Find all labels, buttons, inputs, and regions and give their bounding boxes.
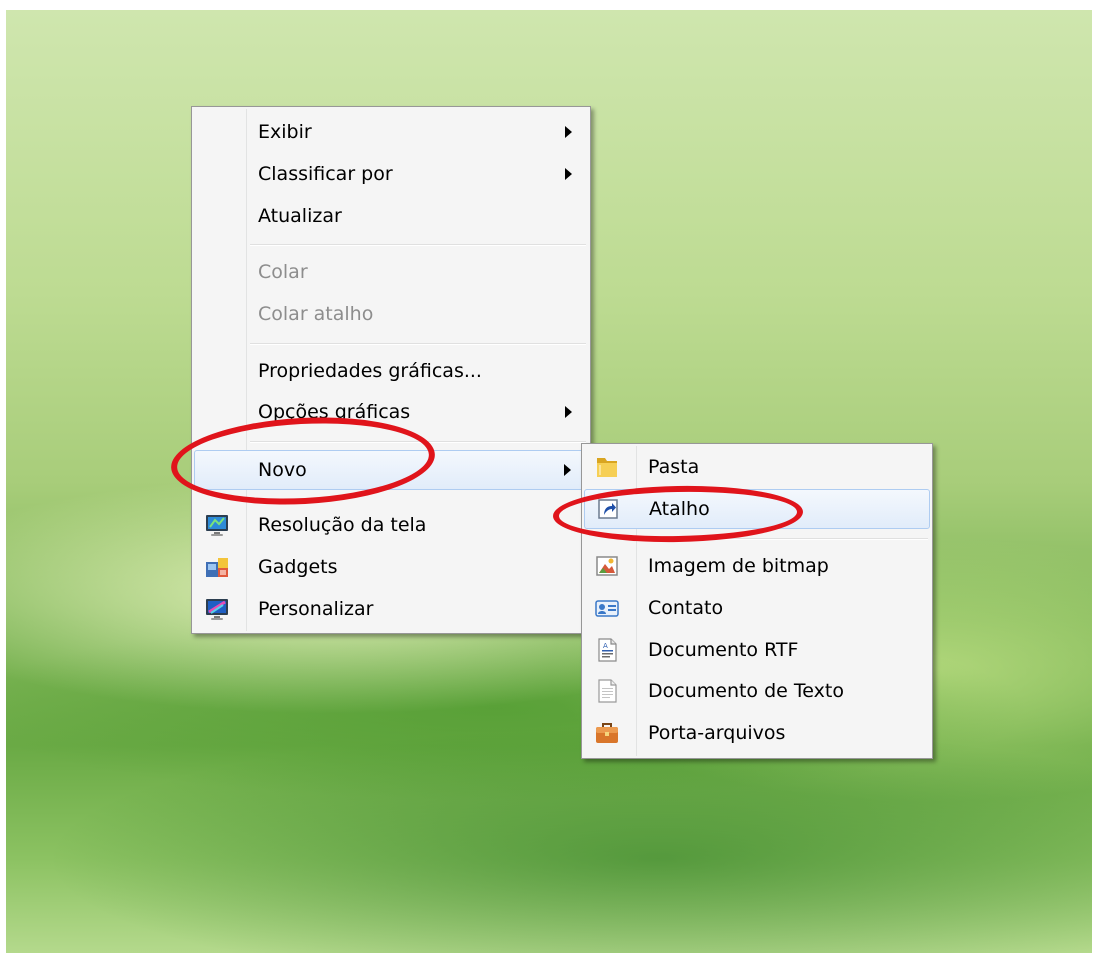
submenu-arrow-icon xyxy=(564,464,571,476)
menu-item-label: Pasta xyxy=(648,456,700,478)
menu-separator xyxy=(250,441,586,443)
submenu-item-documento-de-texto[interactable]: Documento de Texto xyxy=(584,672,930,710)
menu-separator xyxy=(250,343,586,345)
desktop-context-menu: Exibir Classificar por Atualizar Colar C… xyxy=(191,106,591,634)
monitor-icon xyxy=(206,515,228,536)
submenu-arrow-icon xyxy=(565,406,572,418)
submenu-item-porta-arquivos[interactable]: Porta-arquivos xyxy=(584,714,930,752)
menu-item-novo[interactable]: Novo xyxy=(194,450,588,490)
menu-item-colar[interactable]: Colar xyxy=(194,253,588,291)
menu-item-classificar-por[interactable]: Classificar por xyxy=(194,155,588,193)
menu-item-gadgets[interactable]: Gadgets xyxy=(194,548,588,586)
menu-item-resolucao-da-tela[interactable]: Resolução da tela xyxy=(194,506,588,544)
svg-text:A: A xyxy=(603,642,608,650)
menu-item-label: Contato xyxy=(648,597,724,619)
menu-item-label: Propriedades gráficas... xyxy=(258,360,482,382)
submenu-item-imagem-de-bitmap[interactable]: Imagem de bitmap xyxy=(584,547,930,585)
submenu-item-contato[interactable]: Contato xyxy=(584,589,930,627)
menu-separator xyxy=(640,538,928,540)
menu-separator xyxy=(250,244,586,246)
submenu-item-atalho[interactable]: Atalho xyxy=(584,489,930,529)
bitmap-icon xyxy=(596,556,618,576)
menu-item-exibir[interactable]: Exibir xyxy=(194,113,588,151)
personalize-icon xyxy=(206,599,228,620)
menu-item-label: Novo xyxy=(258,459,307,481)
briefcase-icon xyxy=(596,723,618,743)
rtf-document-icon: A xyxy=(598,638,617,662)
submenu-arrow-icon xyxy=(565,126,572,138)
menu-item-colar-atalho[interactable]: Colar atalho xyxy=(194,295,588,333)
text-document-icon xyxy=(598,679,617,703)
contact-icon xyxy=(595,600,619,617)
menu-item-label: Resolução da tela xyxy=(258,514,427,536)
submenu-arrow-icon xyxy=(565,168,572,180)
menu-item-atualizar[interactable]: Atualizar xyxy=(194,197,588,235)
menu-item-label: Documento RTF xyxy=(648,639,799,661)
menu-item-label: Atalho xyxy=(649,498,710,520)
menu-item-label: Exibir xyxy=(258,121,312,143)
menu-item-label: Personalizar xyxy=(258,598,374,620)
new-submenu: Pasta Atalho Imagem de bitmap Contato A … xyxy=(581,443,933,759)
menu-item-label: Opções gráficas xyxy=(258,401,411,423)
menu-item-opcoes-graficas[interactable]: Opções gráficas xyxy=(194,393,588,431)
menu-item-label: Imagem de bitmap xyxy=(648,555,829,577)
menu-item-label: Classificar por xyxy=(258,163,393,185)
menu-item-label: Gadgets xyxy=(258,556,338,578)
menu-item-label: Atualizar xyxy=(258,205,342,227)
menu-item-label: Colar atalho xyxy=(258,303,374,325)
menu-item-label: Documento de Texto xyxy=(648,680,844,702)
gadgets-icon xyxy=(206,558,228,577)
menu-item-label: Porta-arquivos xyxy=(648,722,786,744)
shortcut-icon xyxy=(598,499,618,519)
menu-item-label: Colar xyxy=(258,261,308,283)
menu-item-personalizar[interactable]: Personalizar xyxy=(194,590,588,628)
submenu-item-pasta[interactable]: Pasta xyxy=(584,448,930,486)
menu-item-propriedades-graficas[interactable]: Propriedades gráficas... xyxy=(194,352,588,390)
folder-icon xyxy=(597,458,617,477)
submenu-item-documento-rtf[interactable]: A Documento RTF xyxy=(584,631,930,669)
